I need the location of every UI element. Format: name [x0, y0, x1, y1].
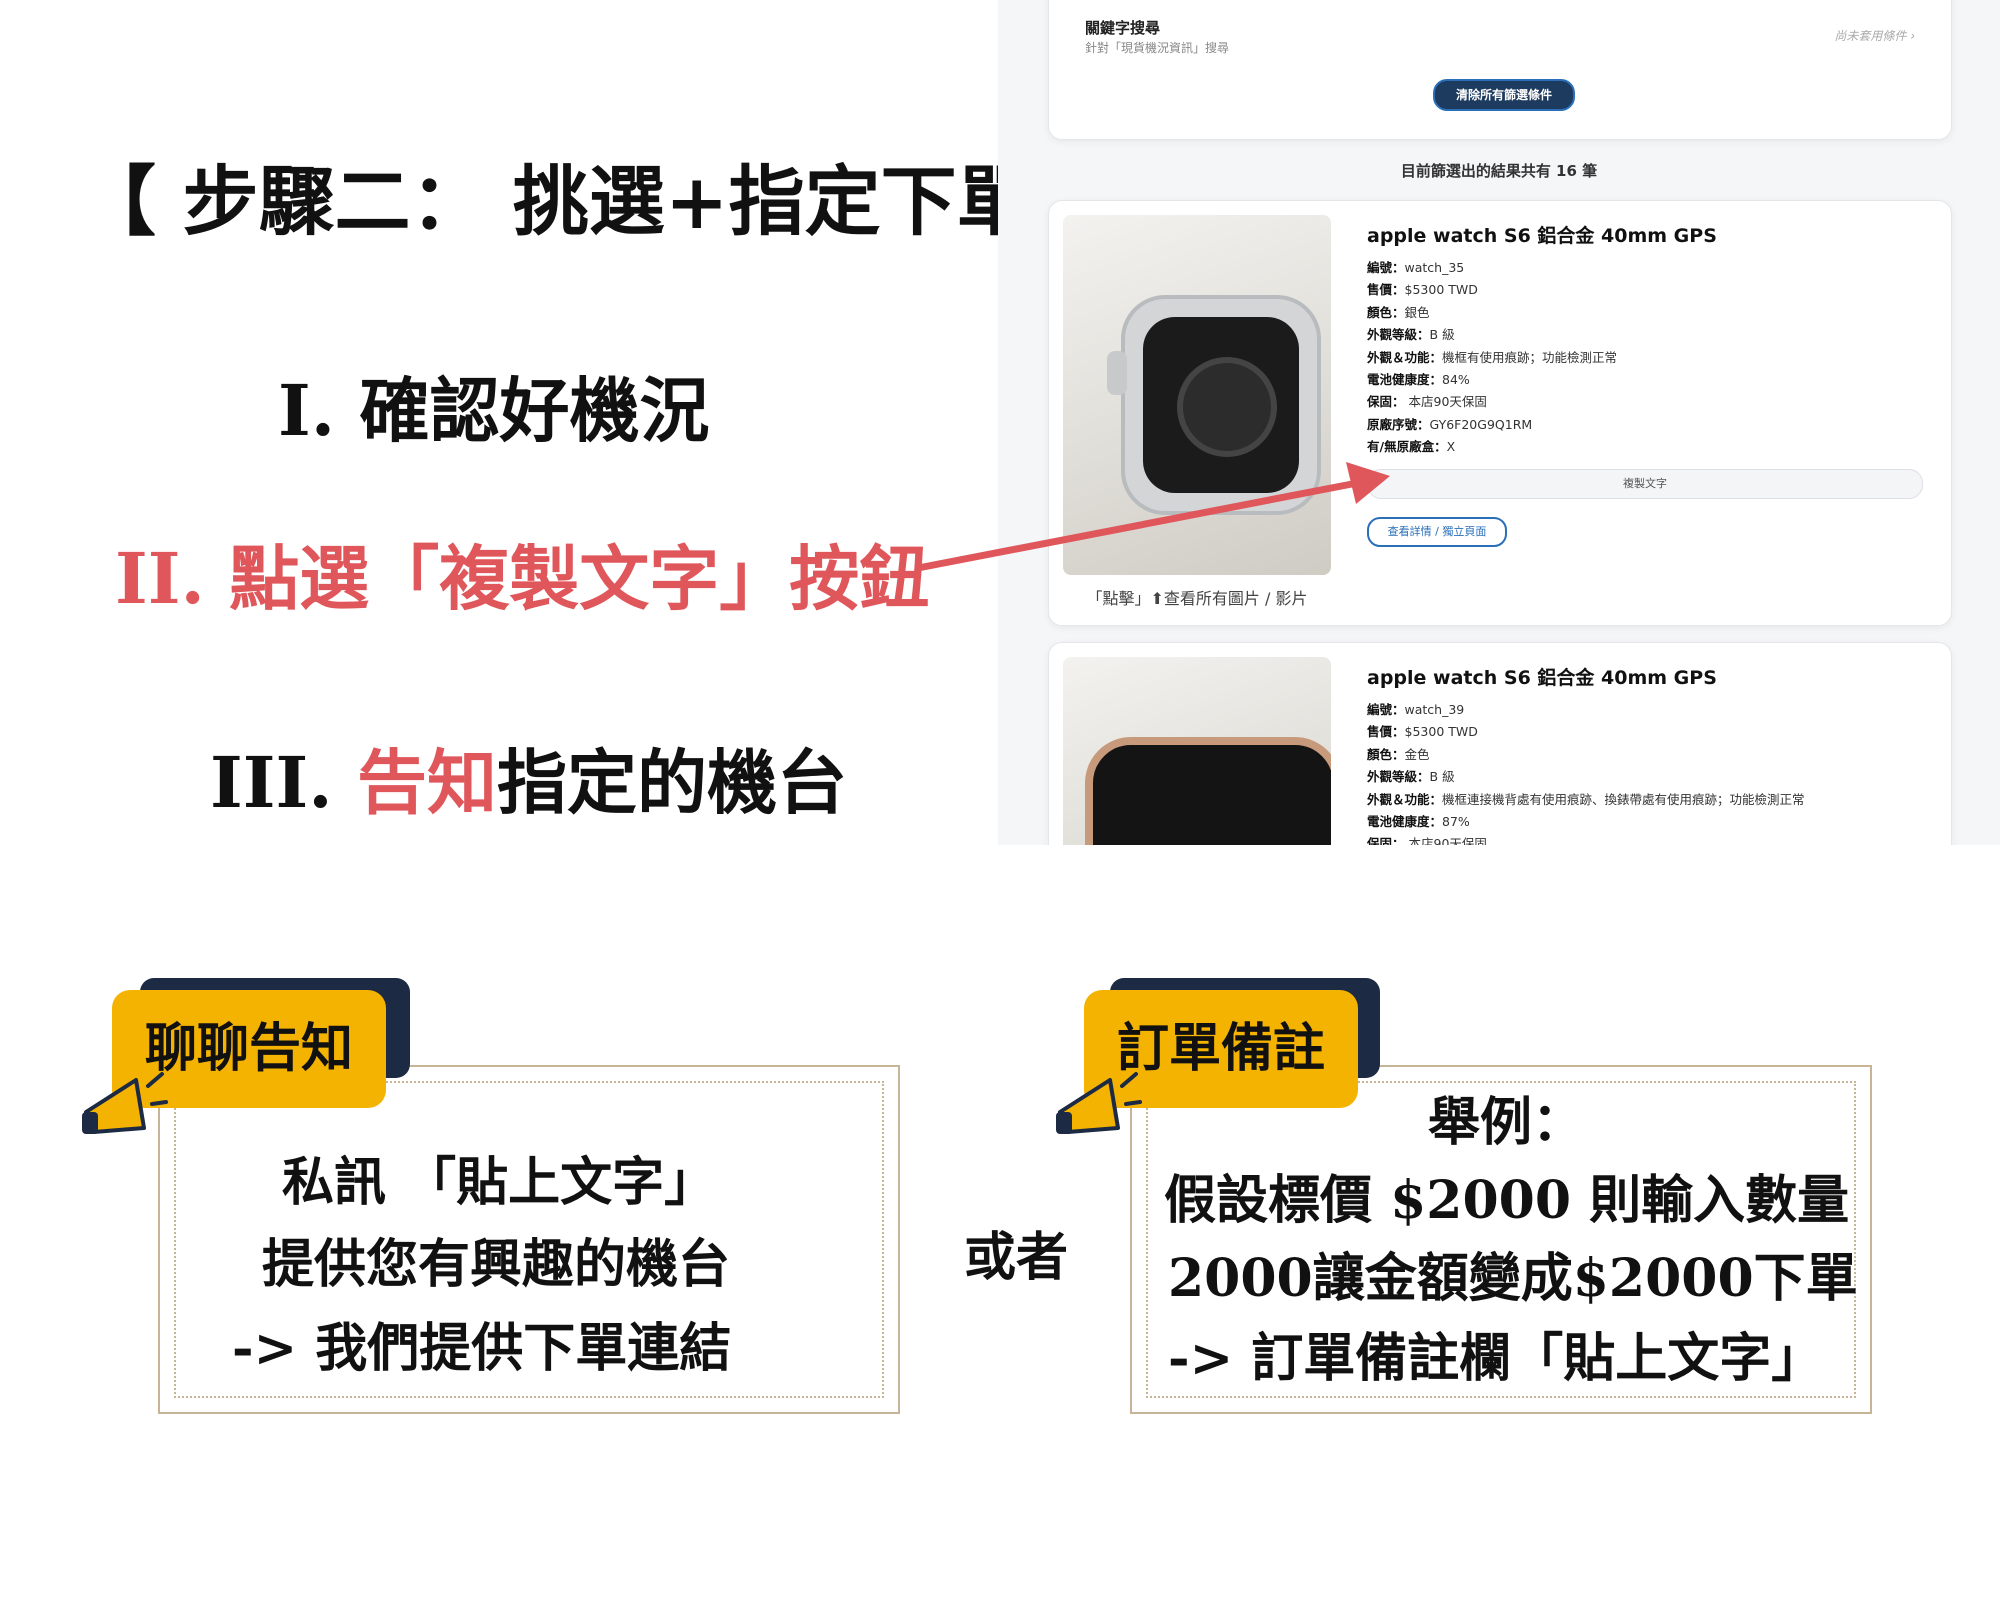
spec-row: 外觀＆功能：機框有使用痕跡；功能檢測正常: [1367, 349, 1618, 365]
spec-row: 外觀＆功能：機框連接機背處有使用痕跡、換錶帶處有使用痕跡；功能檢測正常: [1367, 791, 1805, 807]
shop-screenshot: 關鍵字搜尋 針對「現貨機況資訊」搜尋 尚未套用條件 › 清除所有篩選條件 目前篩…: [998, 0, 2000, 845]
spec-row: 原廠序號：GY6F20G9Q1RM: [1367, 416, 1533, 432]
step-3-highlight: 告知: [356, 741, 497, 824]
spec-row: 售價：$5300 TWD: [1367, 282, 1478, 298]
chat-line-3: -> 我們提供下單連結: [232, 1318, 732, 1379]
copy-text-button[interactable]: 複製文字: [1367, 469, 1923, 499]
step-3-prefix: III.: [210, 741, 357, 824]
keyword-search-hint: 針對「現貨機況資訊」搜尋: [1085, 41, 1230, 55]
megaphone-icon: [1056, 1072, 1142, 1134]
product-title: apple watch S6 鋁合金 40mm GPS: [1367, 667, 1717, 689]
product-card: 「點擊」⬆查看所有圖片 / 影片 apple watch S6 鋁合金 40mm…: [1048, 200, 1952, 626]
watch-image-gold: [1085, 737, 1331, 845]
order-line-3: 2000讓金額變成$2000下單: [1168, 1248, 1858, 1309]
order-line-1: 舉例：: [1428, 1092, 1585, 1153]
result-count: 目前篩選出的結果共有 16 筆: [1400, 162, 1598, 180]
spec-row: 有/無原廠盒：X: [1367, 439, 1456, 455]
chat-line-2: 提供您有興趣的機台: [262, 1234, 731, 1295]
step-1-confirm-condition: I. 確認好機況: [278, 369, 710, 452]
spec-row: 保固： 本店90天保固: [1367, 394, 1487, 410]
spec-row: 外觀等級：B 級: [1367, 327, 1455, 343]
spec-row: 電池健康度：84%: [1367, 372, 1470, 388]
spec-row: 編號：watch_39: [1367, 702, 1465, 717]
spec-row: 編號：watch_35: [1367, 260, 1465, 275]
spec-row: 外觀等級：B 級: [1367, 769, 1455, 785]
or-label: 或者: [964, 1227, 1069, 1288]
spec-row: 顏色：金色: [1367, 746, 1430, 762]
product-card: apple watch S6 鋁合金 40mm GPS 編號：watch_39 …: [1048, 642, 1952, 845]
product-photo[interactable]: [1063, 215, 1331, 575]
step-3-notify: III. 告知指定的機台: [210, 727, 847, 828]
order-line-2: 假設標價 $2000 則輸入數量: [1164, 1170, 1850, 1231]
product-title: apple watch S6 鋁合金 40mm GPS: [1367, 225, 1717, 247]
watch-image-silver: [1107, 295, 1321, 515]
megaphone-icon: [82, 1072, 168, 1134]
spec-row: 售價：$5300 TWD: [1367, 724, 1478, 740]
spec-row: 顏色：銀色: [1367, 304, 1430, 320]
chat-line-1: 私訊 「貼上文字」: [282, 1152, 717, 1213]
filter-status-link[interactable]: 尚未套用條件 ›: [1834, 27, 1915, 44]
step-3-suffix: 指定的機台: [496, 741, 847, 824]
order-line-4: -> 訂單備註欄「貼上文字」: [1168, 1328, 1824, 1389]
step-2-click-copy: II. 點選「複製文字」按鈕: [115, 537, 930, 620]
view-details-button[interactable]: 查看詳情 / 獨立頁面: [1367, 517, 1507, 547]
product-specs: 編號：watch_35 售價：$5300 TWD 顏色：銀色 外觀等級：B 級 …: [1367, 257, 1617, 459]
clear-filters-button[interactable]: 清除所有篩選條件: [1433, 79, 1575, 111]
product-photo[interactable]: [1063, 657, 1331, 845]
keyword-search-label: 關鍵字搜尋: [1085, 19, 1161, 37]
spec-row: 保固： 本店90天保固: [1367, 836, 1487, 845]
filter-card: 關鍵字搜尋 針對「現貨機況資訊」搜尋 尚未套用條件 › 清除所有篩選條件: [1048, 0, 1952, 140]
spec-row: 電池健康度：87%: [1367, 814, 1470, 830]
photo-caption: 「點擊」⬆查看所有圖片 / 影片: [1086, 589, 1308, 608]
product-specs: 編號：watch_39 售價：$5300 TWD 顏色：金色 外觀等級：B 級 …: [1367, 699, 1805, 845]
step-title: 【 步驟二： 挑選+指定下單】: [80, 157, 1109, 246]
